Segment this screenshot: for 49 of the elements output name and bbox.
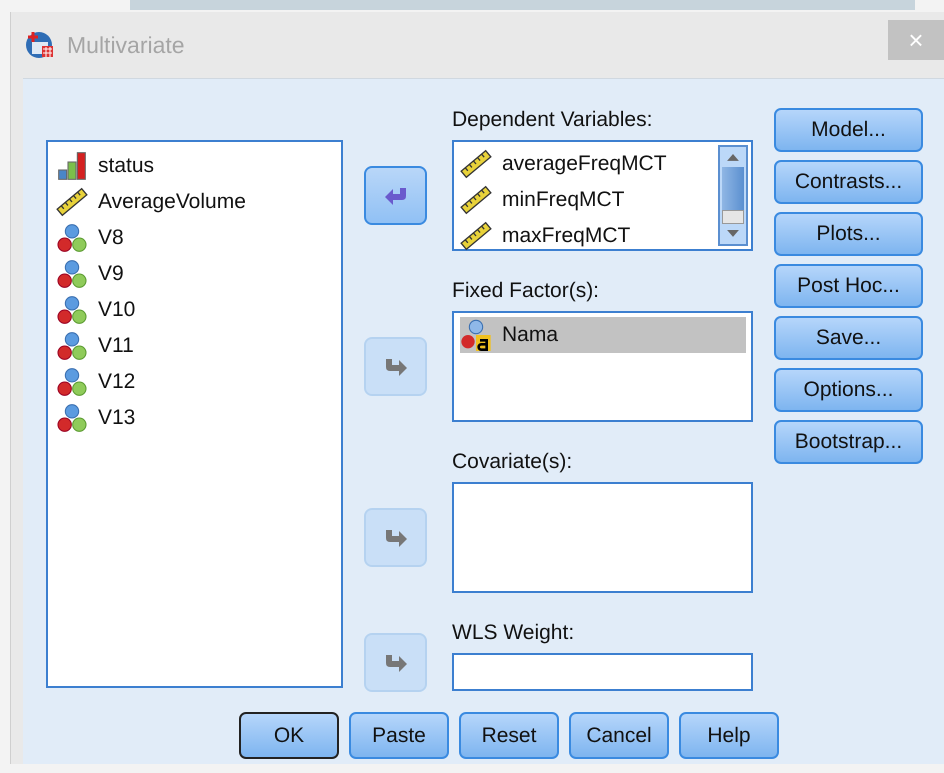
nominal-circles-icon: [56, 258, 88, 290]
variable-item[interactable]: averageFreqMCT: [460, 146, 713, 182]
target-label: Dependent Variables:: [452, 108, 654, 133]
scroll-up-icon[interactable]: [725, 152, 741, 162]
bar-chart-icon: [56, 150, 88, 182]
dialog-button[interactable]: Options...: [774, 368, 923, 412]
variable-item[interactable]: V8: [56, 220, 341, 256]
variable-item[interactable]: V13: [56, 400, 341, 436]
variable-item[interactable]: AverageVolume: [56, 184, 341, 220]
target-label: WLS Weight:: [452, 621, 576, 646]
left-arrow-icon: [384, 186, 408, 206]
window-title: Multivariate: [67, 32, 185, 58]
nominal-circles-icon: [56, 330, 88, 362]
variable-item[interactable]: V12: [56, 364, 341, 400]
nominal-circles-icon: [56, 294, 88, 326]
nominal-circles-icon: [56, 366, 88, 398]
variable-item[interactable]: V9: [56, 256, 341, 292]
variable-item[interactable]: V11: [56, 328, 341, 364]
string-variable-icon: [460, 319, 492, 351]
variable-item[interactable]: Nama: [460, 317, 746, 353]
dialog-button[interactable]: Save...: [774, 316, 923, 360]
nominal-circles-icon: [56, 402, 88, 434]
app-icon: [25, 30, 55, 60]
weight-field[interactable]: [452, 653, 753, 691]
variable-item[interactable]: minFreqMCT: [460, 182, 713, 218]
scroll-track: [722, 210, 744, 224]
dialog-button[interactable]: Post Hoc...: [774, 264, 923, 308]
variable-item[interactable]: V10: [56, 292, 341, 328]
dialog-button[interactable]: Contrasts...: [774, 160, 923, 204]
variable-item[interactable]: maxFreqMCT: [460, 218, 713, 254]
dialog-button[interactable]: Reset: [459, 712, 559, 759]
variable-item[interactable]: status: [56, 148, 341, 184]
dialog-button[interactable]: Bootstrap...: [774, 420, 923, 464]
right-arrow-icon: [384, 356, 408, 376]
right-arrow-icon: [384, 652, 408, 672]
dialog-button[interactable]: Plots...: [774, 212, 923, 256]
dialog-button[interactable]: Model...: [774, 108, 923, 152]
dialog-button[interactable]: Help: [679, 712, 779, 759]
dialog-button[interactable]: Paste: [349, 712, 449, 759]
dialog-button[interactable]: OK: [239, 712, 339, 759]
dialog-button[interactable]: Cancel: [569, 712, 669, 759]
right-arrow-icon: [384, 528, 408, 548]
move-button[interactable]: [364, 166, 427, 225]
scroll-thumb[interactable]: [722, 166, 744, 210]
target-label: Fixed Factor(s):: [452, 279, 600, 304]
scroll-down-icon[interactable]: [725, 229, 741, 240]
scrollbar[interactable]: [718, 145, 748, 246]
nominal-circles-icon: [56, 222, 88, 254]
target-label: Covariate(s):: [452, 450, 574, 475]
